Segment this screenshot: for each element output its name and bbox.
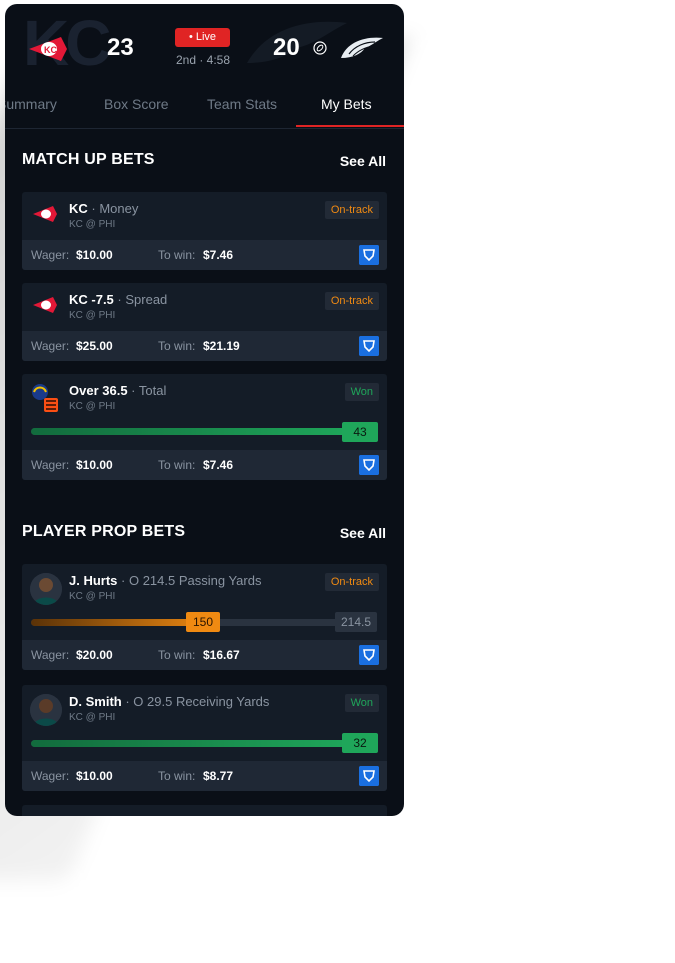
bet-game: KC @ PHI bbox=[69, 310, 116, 321]
bet-pick-text: Over 36.5 bbox=[69, 383, 128, 398]
sportsbook-shield-icon[interactable] bbox=[359, 766, 379, 786]
bet-footer: Wager: $20.00 To win: $16.67 bbox=[22, 640, 387, 670]
progress-fill bbox=[31, 428, 351, 435]
prop-line-value: 214.5 bbox=[335, 612, 377, 632]
bet-card[interactable]: J. Hurts · O 214.5 Passing Yards KC @ PH… bbox=[22, 564, 387, 670]
to-win-amount: $16.67 bbox=[203, 648, 240, 662]
bet-type: · O 214.5 Passing Yards bbox=[121, 573, 262, 588]
bet-pick: Over 36.5 · Total bbox=[69, 383, 166, 398]
props-section-title: PLAYER PROP BETS bbox=[22, 523, 186, 540]
player-avatar bbox=[30, 573, 62, 605]
wager-amount: $10.00 bbox=[76, 248, 113, 262]
tab-team-stats[interactable]: Team Stats bbox=[207, 96, 277, 112]
status-badge: On-track bbox=[324, 573, 379, 591]
wager-label: Wager: bbox=[31, 248, 70, 262]
to-win-label: To win: bbox=[158, 769, 196, 783]
tab-box-score[interactable]: Box Score bbox=[104, 96, 169, 112]
sportsbook-shield-icon[interactable] bbox=[359, 336, 379, 356]
progress-fill bbox=[31, 740, 351, 747]
bet-pick: KC · Money bbox=[69, 201, 138, 216]
status-badge: On-track bbox=[324, 292, 379, 310]
tab-my-bets[interactable]: My Bets bbox=[321, 96, 372, 112]
chiefs-logo: KC bbox=[29, 37, 67, 61]
bet-game: KC @ PHI bbox=[69, 401, 116, 412]
bet-type: · Spread bbox=[117, 292, 168, 307]
bet-card[interactable]: KC -7.5 · Spread KC @ PHI On-track Wager… bbox=[22, 283, 387, 361]
progress-value: 32 bbox=[342, 733, 378, 753]
player-avatar bbox=[30, 694, 62, 726]
wager-label: Wager: bbox=[31, 339, 70, 353]
bet-pick-text: J. Hurts bbox=[69, 573, 118, 588]
matchup-see-all-link[interactable]: See All bbox=[340, 153, 386, 169]
bet-pick-text: D. Smith bbox=[69, 694, 122, 709]
wager-amount: $10.00 bbox=[76, 458, 113, 472]
sportsbook-shield-icon[interactable] bbox=[359, 645, 379, 665]
scoreboard-header: KC KC 23 • Live 2nd · 4:58 20 bbox=[5, 4, 404, 82]
svg-text:KC: KC bbox=[44, 45, 57, 55]
bet-game: KC @ PHI bbox=[69, 712, 116, 723]
player-headshot bbox=[30, 573, 62, 605]
bet-pick: KC -7.5 · Spread bbox=[69, 292, 167, 307]
sportsbook-shield-icon[interactable] bbox=[359, 455, 379, 475]
bet-footer: Wager: $25.00 To win: $21.19 bbox=[22, 331, 387, 361]
bet-pick: J. Hurts · O 214.5 Passing Yards bbox=[69, 573, 261, 588]
wager-label: Wager: bbox=[31, 458, 70, 472]
to-win-amount: $8.77 bbox=[203, 769, 234, 783]
live-badge: • Live bbox=[175, 28, 230, 47]
wager-label: Wager: bbox=[31, 769, 70, 783]
progress-track bbox=[31, 428, 351, 435]
props-see-all-link[interactable]: See All bbox=[340, 525, 386, 541]
home-score: 23 bbox=[107, 34, 134, 61]
away-score: 20 bbox=[273, 34, 300, 61]
to-win-label: To win: bbox=[158, 339, 196, 353]
status-badge: On-track bbox=[324, 201, 379, 219]
to-win-amount: $7.46 bbox=[203, 458, 234, 472]
status-badge: Won bbox=[344, 383, 379, 401]
to-win-label: To win: bbox=[158, 648, 196, 662]
to-win-label: To win: bbox=[158, 458, 196, 472]
bet-card[interactable] bbox=[22, 805, 387, 816]
progress-value: 150 bbox=[186, 612, 220, 632]
wager-amount: $10.00 bbox=[76, 769, 113, 783]
bet-footer: Wager: $10.00 To win: $8.77 bbox=[22, 761, 387, 791]
football-icon bbox=[313, 41, 327, 55]
chiefs-logo bbox=[33, 297, 57, 313]
sportsbook-shield-icon[interactable] bbox=[359, 245, 379, 265]
bet-pick-text: KC -7.5 bbox=[69, 292, 114, 307]
active-tab-indicator bbox=[296, 125, 404, 127]
bet-type: · O 29.5 Receiving Yards bbox=[125, 694, 270, 709]
bet-type: · Total bbox=[131, 383, 167, 398]
bet-type: · Money bbox=[91, 201, 139, 216]
bet-footer: Wager: $10.00 To win: $7.46 bbox=[22, 450, 387, 480]
tab-summary[interactable]: Summary bbox=[5, 96, 57, 112]
bet-game: KC @ PHI bbox=[69, 219, 116, 230]
bet-card[interactable]: Over 36.5 · Total KC @ PHI Won 43 Wager:… bbox=[22, 374, 387, 480]
eagles-logo bbox=[341, 37, 383, 58]
wager-amount: $25.00 bbox=[76, 339, 113, 353]
wager-label: Wager: bbox=[31, 648, 70, 662]
to-win-amount: $7.46 bbox=[203, 248, 234, 262]
progress-track bbox=[31, 740, 351, 747]
bet-game: KC @ PHI bbox=[69, 591, 116, 602]
phone-screen: KC KC 23 • Live 2nd · 4:58 20 Summary Bo… bbox=[5, 4, 404, 816]
chiefs-logo bbox=[33, 206, 57, 222]
status-badge: Won bbox=[344, 694, 379, 712]
bet-card[interactable]: D. Smith · O 29.5 Receiving Yards KC @ P… bbox=[22, 685, 387, 791]
bet-card[interactable]: KC · Money KC @ PHI On-track Wager: $10.… bbox=[22, 192, 387, 270]
bet-pick-text: KC bbox=[69, 201, 88, 216]
wager-amount: $20.00 bbox=[76, 648, 113, 662]
to-win-label: To win: bbox=[158, 248, 196, 262]
progress-value: 43 bbox=[342, 422, 378, 442]
matchup-section-title: MATCH UP BETS bbox=[22, 151, 155, 168]
bet-footer: Wager: $10.00 To win: $7.46 bbox=[22, 240, 387, 270]
game-clock: 2nd · 4:58 bbox=[175, 53, 231, 67]
tab-bar: Summary Box Score Team Stats My Bets bbox=[5, 84, 404, 129]
bet-pick: D. Smith · O 29.5 Receiving Yards bbox=[69, 694, 269, 709]
rams-bengals-logos bbox=[32, 384, 58, 412]
to-win-amount: $21.19 bbox=[203, 339, 240, 353]
player-headshot bbox=[30, 694, 62, 726]
